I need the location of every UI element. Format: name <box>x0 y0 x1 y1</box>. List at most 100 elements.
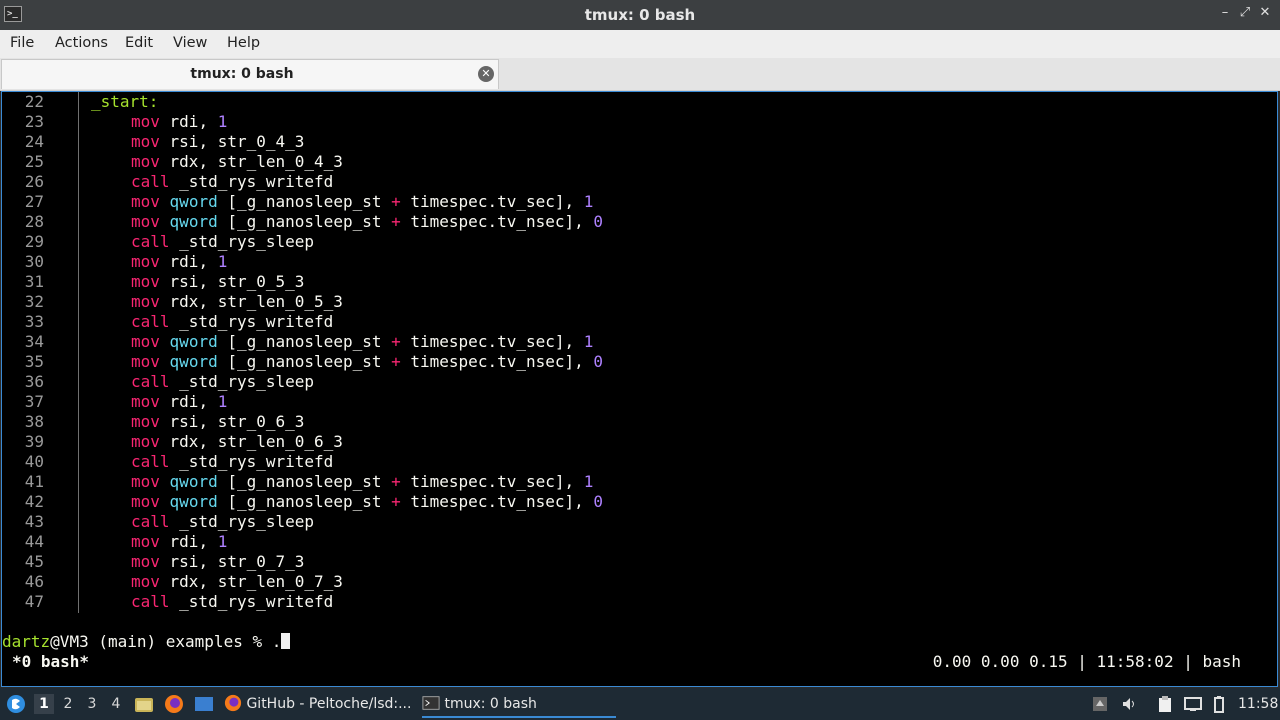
volume-icon[interactable] <box>1121 695 1139 713</box>
code-token: call <box>131 512 170 531</box>
code-text: call _std_rys_writefd <box>131 452 333 472</box>
tmux-window-list[interactable]: *0 bash* <box>12 652 89 672</box>
terminal-area[interactable]: 22 _start: 23 mov rdi, 1 24 mov rsi, str_0_4_… <box>1 91 1278 687</box>
code-text: mov rdx, str_len_0_7_3 <box>131 572 343 592</box>
code-token: mov <box>131 412 160 431</box>
tray-update-icon[interactable] <box>1091 695 1109 713</box>
code-text: call _std_rys_sleep <box>131 372 314 392</box>
code-token: mov <box>131 532 160 551</box>
menu-view[interactable]: View <box>173 35 207 51</box>
code-text: mov rsi, str_0_7_3 <box>131 552 304 572</box>
code-token: qword <box>169 492 218 511</box>
code-token: qword <box>169 472 218 491</box>
line-number: 24 <box>24 132 44 151</box>
workspace-4[interactable]: 4 <box>106 694 126 714</box>
code-token: 1 <box>583 332 594 351</box>
code-text: call _std_rys_writefd <box>131 312 333 332</box>
line-number: 46 <box>24 572 44 591</box>
code-text: mov qword [_g_nanosleep_st + timespec.tv… <box>131 192 593 212</box>
file-manager-icon[interactable] <box>134 694 154 714</box>
code-token: mov <box>131 112 160 131</box>
tab-close-icon[interactable]: ✕ <box>478 66 494 82</box>
menu-actions[interactable]: Actions <box>55 35 108 51</box>
code-token: [_g_nanosleep_st <box>217 492 392 511</box>
task-terminal[interactable]: tmux: 0 bash <box>422 690 616 718</box>
terminal-icon <box>422 696 440 710</box>
battery-icon[interactable] <box>1210 695 1228 713</box>
workspace-3[interactable]: 3 <box>82 694 102 714</box>
line-number: 40 <box>24 452 44 471</box>
line-number-gutter <box>78 92 79 613</box>
menu-edit[interactable]: Edit <box>125 35 153 51</box>
line-number: 22 <box>24 92 44 111</box>
code-token: rdx, str_len_0_7_3 <box>159 572 343 591</box>
terminal-cursor <box>281 633 291 649</box>
maximize-icon[interactable]: ⤢ <box>1236 5 1254 20</box>
code-token: 0 <box>593 352 604 371</box>
prompt-host-path: @VM3 (main) examples % <box>50 632 272 651</box>
code-token: rdi, <box>159 112 218 131</box>
prompt-user: dartz <box>2 632 51 651</box>
code-text: mov rdi, 1 <box>131 112 227 132</box>
menu-help[interactable]: Help <box>227 35 260 51</box>
task-label: GitHub - Peltoche/lsd:... <box>246 696 412 712</box>
code-text: _start: <box>91 92 158 112</box>
code-token: mov <box>131 432 160 451</box>
taskbar: 1 2 3 4 GitHub - Peltoche/lsd:... tmux: … <box>0 688 1280 720</box>
code-token: mov <box>131 212 160 231</box>
line-number: 39 <box>24 432 44 451</box>
tab-tmux[interactable]: tmux: 0 bash ✕ <box>1 59 499 89</box>
code-token: mov <box>131 352 160 371</box>
code-token: mov <box>131 472 160 491</box>
firefox-icon <box>224 694 242 712</box>
code-token: qword <box>169 332 218 351</box>
clipboard-icon[interactable] <box>1156 695 1174 713</box>
code-token: [_g_nanosleep_st <box>217 472 392 491</box>
line-number: 25 <box>24 152 44 171</box>
code-token: rdx, str_len_0_6_3 <box>159 432 343 451</box>
code-text: mov rdi, 1 <box>131 392 227 412</box>
task-firefox[interactable]: GitHub - Peltoche/lsd:... <box>224 690 414 718</box>
code-token: 0 <box>593 492 604 511</box>
code-token: 0 <box>593 212 604 231</box>
line-number: 27 <box>24 192 44 211</box>
code-text: mov rsi, str_0_6_3 <box>131 412 304 432</box>
network-icon[interactable] <box>1184 695 1202 713</box>
workspace-1[interactable]: 1 <box>34 694 54 714</box>
code-token: + <box>391 352 401 371</box>
code-token: + <box>391 492 401 511</box>
shell-prompt[interactable]: dartz@VM3 (main) examples % . <box>2 632 291 652</box>
clock[interactable]: 11:58 <box>1238 696 1278 712</box>
menu-file[interactable]: File <box>10 35 34 51</box>
code-token: + <box>391 332 401 351</box>
code-token: rsi, str_0_7_3 <box>159 552 305 571</box>
close-icon[interactable]: ✕ <box>1256 5 1274 20</box>
line-number: 37 <box>24 392 44 411</box>
code-token: [_g_nanosleep_st <box>217 212 392 231</box>
code-text: mov rdi, 1 <box>131 532 227 552</box>
desktop-icon[interactable] <box>194 694 214 714</box>
line-number: 31 <box>24 272 44 291</box>
code-token: _std_rys_sleep <box>169 232 315 251</box>
code-token: rdi, <box>159 532 218 551</box>
code-text: mov rdx, str_len_0_4_3 <box>131 152 343 172</box>
code-token: mov <box>131 572 160 591</box>
window-titlebar[interactable]: >_ tmux: 0 bash – ⤢ ✕ <box>0 0 1280 30</box>
code-text: mov qword [_g_nanosleep_st + timespec.tv… <box>131 212 603 232</box>
start-menu-icon[interactable] <box>6 694 26 714</box>
code-token: timespec.tv_nsec], <box>400 352 594 371</box>
minimize-icon[interactable]: – <box>1216 5 1234 20</box>
line-number: 28 <box>24 212 44 231</box>
code-token: rdi, <box>159 392 218 411</box>
code-token: _std_rys_sleep <box>169 372 315 391</box>
code-token: call <box>131 452 170 471</box>
code-token: mov <box>131 392 160 411</box>
firefox-icon[interactable] <box>164 694 184 714</box>
workspace-2[interactable]: 2 <box>58 694 78 714</box>
menu-bar: File Actions Edit View Help <box>0 30 1280 59</box>
